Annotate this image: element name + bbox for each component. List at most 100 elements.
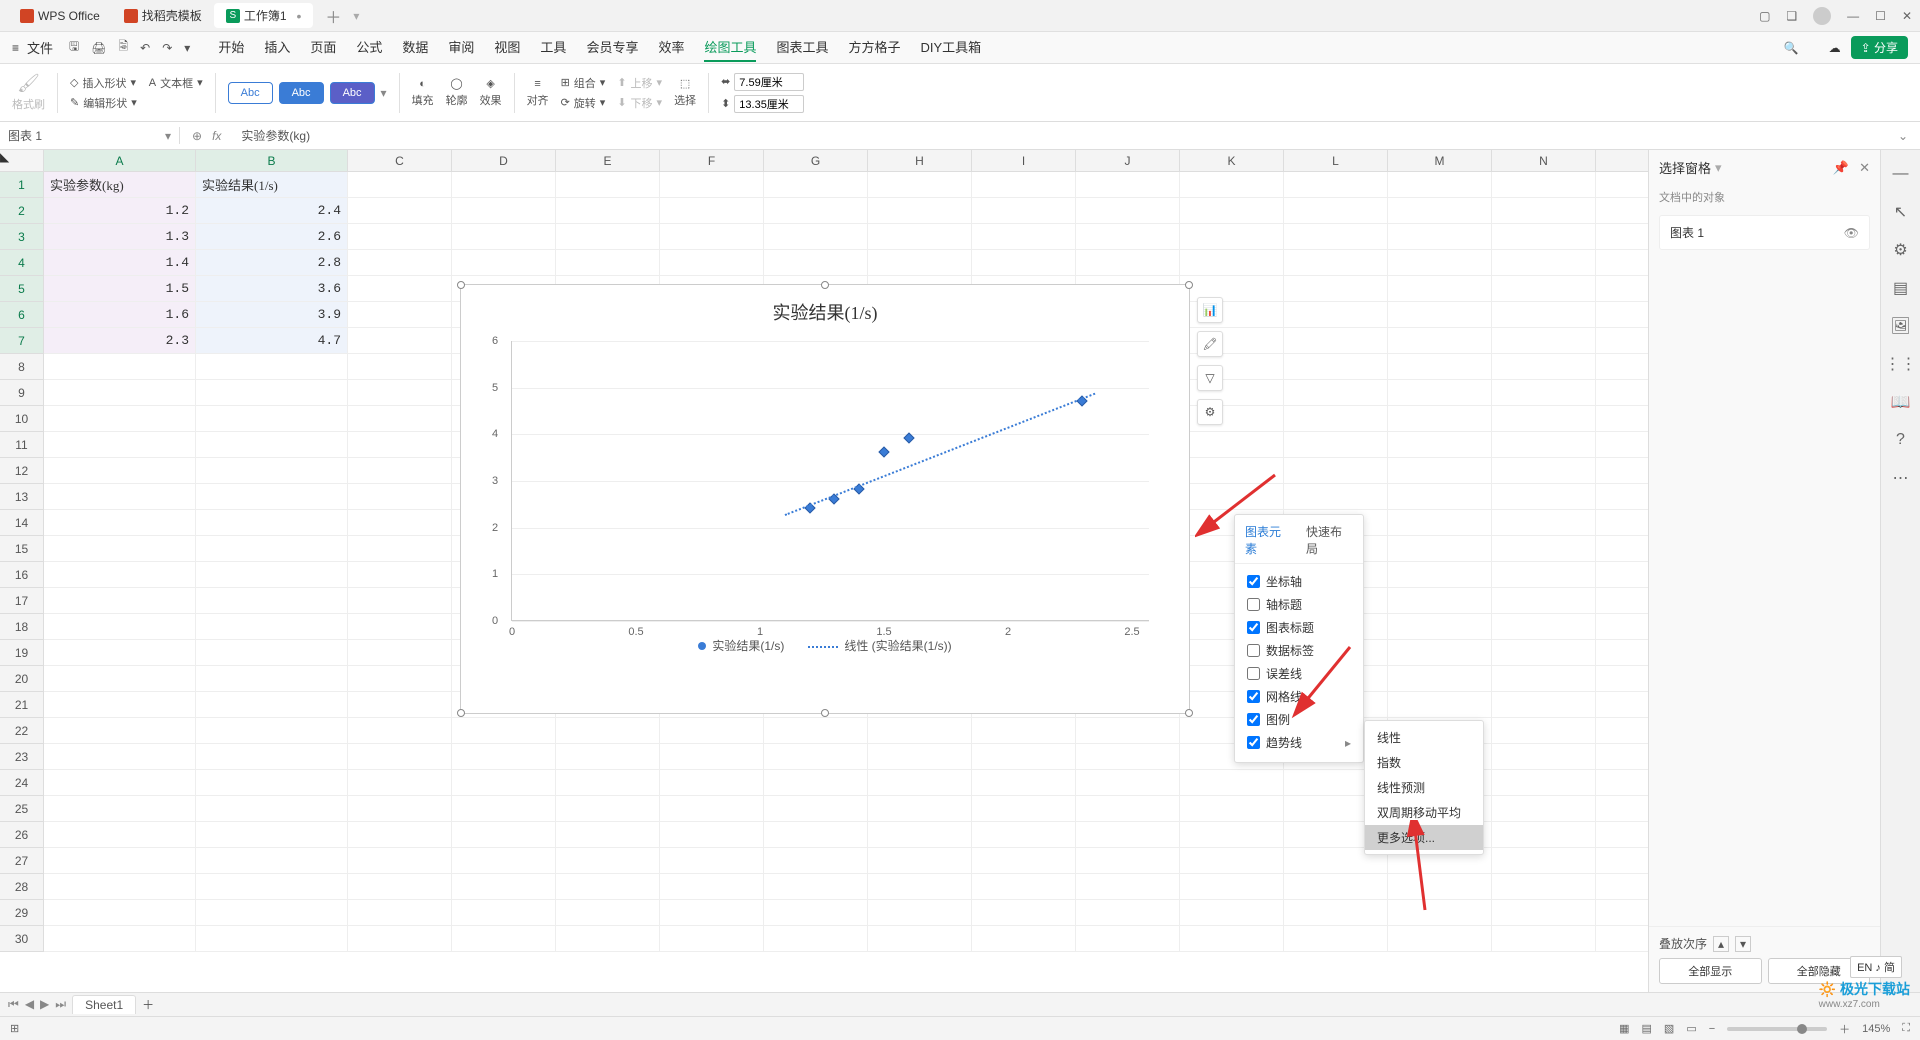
chart-element-option-4[interactable]: 误差线 [1235, 662, 1363, 685]
cell-G25[interactable] [764, 796, 868, 821]
print-preview-icon[interactable]: 🗟 [119, 37, 129, 58]
cell-B27[interactable] [196, 848, 348, 873]
cell-G29[interactable] [764, 900, 868, 925]
cell-A10[interactable] [44, 406, 196, 431]
cell-N29[interactable] [1492, 900, 1596, 925]
cell-C18[interactable] [348, 614, 452, 639]
cell-B25[interactable] [196, 796, 348, 821]
cell-I23[interactable] [972, 744, 1076, 769]
cell-E23[interactable] [556, 744, 660, 769]
cell-K28[interactable] [1180, 874, 1284, 899]
trend-option-0[interactable]: 线性 [1365, 725, 1483, 750]
chart-style-button[interactable]: 🖍 [1197, 331, 1223, 357]
cell-M15[interactable] [1388, 536, 1492, 561]
chart-element-option-6[interactable]: 图例 [1235, 708, 1363, 731]
chart-element-option-5[interactable]: 网格线 [1235, 685, 1363, 708]
cell-K3[interactable] [1180, 224, 1284, 249]
row-header-5[interactable]: 5 [0, 276, 44, 302]
show-all-button[interactable]: 全部显示 [1659, 958, 1762, 984]
search-icon[interactable]: 🔍 [1784, 41, 1799, 55]
cell-B7[interactable]: 4.7 [196, 328, 348, 353]
sidebar-settings-icon[interactable]: ⚙ [1891, 240, 1911, 260]
formula-collapse[interactable]: ⌄ [1886, 129, 1920, 143]
cell-D30[interactable] [452, 926, 556, 951]
sheet-nav-last[interactable]: ⏭ [55, 997, 66, 1012]
cell-K29[interactable] [1180, 900, 1284, 925]
cell-J4[interactable] [1076, 250, 1180, 275]
chart-title[interactable]: 实验结果(1/s) [461, 285, 1189, 331]
style-abc-2[interactable]: Abc [279, 82, 324, 104]
row-header-3[interactable]: 3 [0, 224, 44, 250]
cell-F27[interactable] [660, 848, 764, 873]
cell-J25[interactable] [1076, 796, 1180, 821]
cell-H29[interactable] [868, 900, 972, 925]
checkbox-7[interactable] [1247, 736, 1260, 749]
cell-A5[interactable]: 1.5 [44, 276, 196, 301]
close-button[interactable]: ✕ [1902, 9, 1912, 23]
sidebar-image-icon[interactable]: 🖼 [1891, 316, 1911, 336]
popup-tab-elements[interactable]: 图表元素 [1245, 523, 1292, 557]
cell-H2[interactable] [868, 198, 972, 223]
cell-M20[interactable] [1388, 666, 1492, 691]
cell-I30[interactable] [972, 926, 1076, 951]
add-sheet-button[interactable]: ＋ [142, 996, 154, 1013]
cell-B20[interactable] [196, 666, 348, 691]
menu-tab-5[interactable]: 审阅 [448, 33, 474, 62]
insert-shape-button[interactable]: ◇插入形状 ▾ [70, 75, 137, 91]
cell-C30[interactable] [348, 926, 452, 951]
cell-M1[interactable] [1388, 172, 1492, 197]
stack-down-icon[interactable]: ▾ [1735, 936, 1751, 952]
cell-N17[interactable] [1492, 588, 1596, 613]
cell-K7[interactable] [1180, 328, 1284, 353]
checkbox-2[interactable] [1247, 621, 1260, 634]
select-button[interactable]: ⬚选择 [674, 77, 696, 108]
cell-F26[interactable] [660, 822, 764, 847]
cell-F25[interactable] [660, 796, 764, 821]
cell-N10[interactable] [1492, 406, 1596, 431]
view-normal-icon[interactable]: ▦ [1619, 1022, 1629, 1035]
chart-element-option-3[interactable]: 数据标签 [1235, 639, 1363, 662]
cell-D1[interactable] [452, 172, 556, 197]
cell-N11[interactable] [1492, 432, 1596, 457]
cell-B15[interactable] [196, 536, 348, 561]
menu-tab-10[interactable]: 绘图工具 [704, 33, 756, 62]
cell-M5[interactable] [1388, 276, 1492, 301]
cell-N15[interactable] [1492, 536, 1596, 561]
checkbox-6[interactable] [1247, 713, 1260, 726]
cell-I29[interactable] [972, 900, 1076, 925]
sidebar-help-icon[interactable]: ? [1891, 430, 1911, 450]
checkbox-3[interactable] [1247, 644, 1260, 657]
sheet-nav-first[interactable]: ⏮ [8, 997, 19, 1012]
cell-M21[interactable] [1388, 692, 1492, 717]
cell-B26[interactable] [196, 822, 348, 847]
row-header-9[interactable]: 9 [0, 380, 44, 406]
cell-N24[interactable] [1492, 770, 1596, 795]
menu-tab-6[interactable]: 视图 [494, 33, 520, 62]
col-header-L[interactable]: L [1284, 150, 1388, 171]
chart-element-option-2[interactable]: 图表标题 [1235, 616, 1363, 639]
cell-J3[interactable] [1076, 224, 1180, 249]
cell-C15[interactable] [348, 536, 452, 561]
row-header-28[interactable]: 28 [0, 874, 44, 900]
cell-L11[interactable] [1284, 432, 1388, 457]
cell-K27[interactable] [1180, 848, 1284, 873]
cell-N27[interactable] [1492, 848, 1596, 873]
row-header-29[interactable]: 29 [0, 900, 44, 926]
cell-G2[interactable] [764, 198, 868, 223]
cell-B19[interactable] [196, 640, 348, 665]
cell-M14[interactable] [1388, 510, 1492, 535]
cell-M29[interactable] [1388, 900, 1492, 925]
cell-L28[interactable] [1284, 874, 1388, 899]
cell-D3[interactable] [452, 224, 556, 249]
cell-N6[interactable] [1492, 302, 1596, 327]
row-header-17[interactable]: 17 [0, 588, 44, 614]
cell-N13[interactable] [1492, 484, 1596, 509]
cell-F22[interactable] [660, 718, 764, 743]
cell-A20[interactable] [44, 666, 196, 691]
cell-A6[interactable]: 1.6 [44, 302, 196, 327]
cell-A23[interactable] [44, 744, 196, 769]
zoom-in-button[interactable]: ＋ [1839, 1021, 1850, 1037]
cell-B30[interactable] [196, 926, 348, 951]
cell-F3[interactable] [660, 224, 764, 249]
select-all-corner[interactable]: ◣ [0, 150, 44, 171]
